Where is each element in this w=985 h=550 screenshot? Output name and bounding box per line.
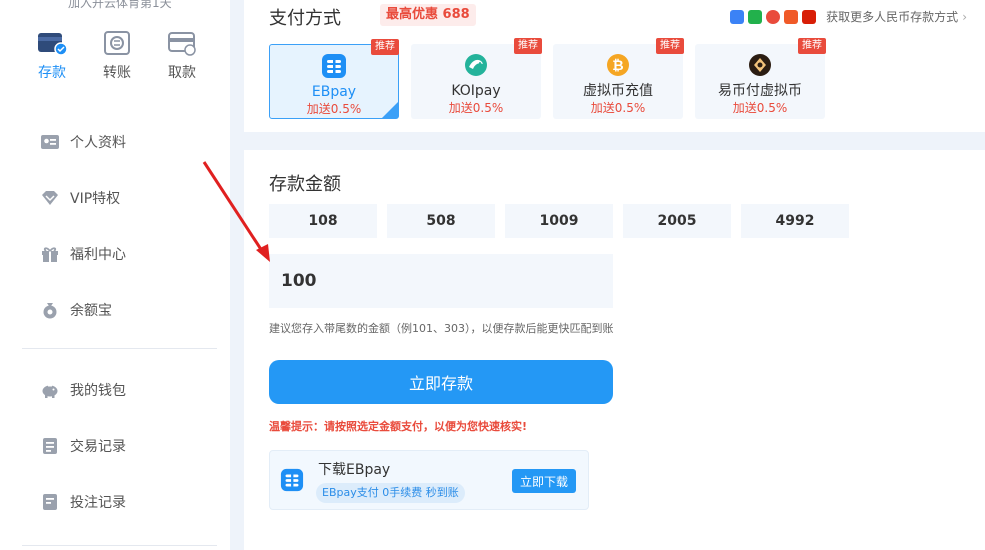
menu-label: 个人资料 — [70, 135, 126, 151]
payment-methods-list: 推荐 EBpay 加送0.5% 推荐 KOIpay 加送0.5% 推荐 ₿ 虚拟… — [269, 38, 826, 119]
promo-badge: 最高优惠 688 — [380, 4, 476, 26]
recommend-tag: 推荐 — [798, 38, 826, 54]
gift-icon — [42, 247, 58, 262]
ebpay-download-banner: 下载EBpay EBpay支付 0手续费 秒到账 立即下载 — [269, 450, 589, 510]
quick-amount-button[interactable]: 1009 — [505, 204, 613, 238]
quick-amount-button[interactable]: 2005 — [623, 204, 731, 238]
recommend-tag: 推荐 — [371, 39, 399, 55]
quick-amount-button[interactable]: 108 — [269, 204, 377, 238]
transfer-action[interactable]: 转账 — [87, 30, 147, 82]
record-icon — [43, 494, 57, 510]
ebpay-logo-icon — [280, 468, 304, 492]
recommend-tag: 推荐 — [514, 38, 542, 54]
profile-card-icon — [41, 135, 59, 149]
payment-title: 支付方式 — [269, 8, 341, 29]
sidebar: 加入开云体育第1天 存款 转账 取款 个人资料 VIP特权 福利中心 余额宝 我… — [0, 0, 230, 550]
method-crypto[interactable]: 推荐 ₿ 虚拟币充值 加送0.5% — [553, 38, 684, 119]
method-name: 虚拟币充值 — [583, 83, 653, 99]
quick-amounts: 108 508 1009 2005 4992 — [269, 204, 849, 238]
bitcoin-icon: ₿ — [607, 54, 629, 76]
method-name: 易币付虚拟币 — [718, 83, 802, 99]
method-name: KOIpay — [451, 83, 501, 99]
menu-label: 交易记录 — [70, 439, 126, 455]
menu-label: 福利中心 — [70, 247, 126, 263]
method-bonus: 加送0.5% — [590, 101, 646, 115]
money-bag-icon — [43, 303, 57, 319]
quick-amount-button[interactable]: 508 — [387, 204, 495, 238]
menu-item-bets[interactable]: 投注记录 — [22, 474, 217, 530]
transfer-icon — [104, 31, 130, 55]
diamond-icon — [42, 191, 58, 205]
deposit-submit-button[interactable]: 立即存款 — [269, 360, 613, 404]
account-menu: 个人资料 VIP特权 福利中心 余额宝 — [22, 114, 217, 338]
deposit-amount-input[interactable] — [269, 254, 613, 308]
recommend-tag: 推荐 — [656, 38, 684, 54]
koi-fish-icon — [465, 54, 487, 76]
method-ebpay[interactable]: 推荐 EBpay 加送0.5% — [269, 39, 399, 119]
method-bonus: 加送0.5% — [732, 101, 788, 115]
amount-hint: 建议您存入带尾数的金额（例101、303），以便存款后能更快匹配到账 — [269, 322, 614, 335]
deposit-action-label: 存款 — [38, 65, 66, 81]
method-bonus: 加送0.5% — [448, 101, 504, 115]
menu-item-wallet[interactable]: 我的钱包 — [22, 362, 217, 418]
member-days-note: 加入开云体育第1天 — [68, 0, 172, 10]
quick-actions: 存款 转账 取款 — [22, 30, 212, 82]
menu-divider — [22, 348, 217, 349]
records-menu: 我的钱包 交易记录 投注记录 — [22, 362, 217, 530]
menu-item-profile[interactable]: 个人资料 — [22, 114, 217, 170]
yibifu-logo-icon — [749, 54, 771, 76]
quick-amount-button[interactable]: 4992 — [741, 204, 849, 238]
svg-text:₿: ₿ — [612, 58, 623, 74]
wallet-icon — [38, 33, 67, 56]
menu-label: 余额宝 — [70, 303, 112, 319]
withdraw-action[interactable]: 取款 — [152, 30, 212, 82]
transfer-action-label: 转账 — [103, 65, 131, 81]
payment-method-section: 支付方式 最高优惠 688 获取更多人民币存款方式 › 推荐 EBpay 加送0… — [244, 0, 985, 132]
ebpay-logo-icon — [322, 54, 346, 78]
deposit-title: 存款金额 — [269, 174, 341, 195]
withdraw-action-label: 取款 — [168, 65, 196, 81]
menu-label: 投注记录 — [70, 495, 126, 511]
bank-card-icon — [730, 9, 745, 24]
menu-label: VIP特权 — [70, 191, 121, 207]
menu-item-welfare[interactable]: 福利中心 — [22, 226, 217, 282]
method-bonus: 加送0.5% — [306, 102, 362, 116]
wallet-app-icon — [784, 9, 799, 24]
method-yibifu[interactable]: 推荐 易币付虚拟币 加送0.5% — [695, 38, 826, 119]
download-features: EBpay支付 0手续费 秒到账 — [316, 483, 465, 503]
more-methods-label: 获取更多人民币存款方式 — [826, 10, 959, 24]
download-now-button[interactable]: 立即下载 — [512, 469, 576, 493]
method-koipay[interactable]: 推荐 KOIpay 加送0.5% — [411, 38, 542, 119]
document-icon — [43, 438, 57, 454]
deposit-amount-section: 存款金额 108 508 1009 2005 4992 建议您存入带尾数的金额（… — [244, 150, 985, 550]
deposit-action[interactable]: 存款 — [22, 30, 82, 82]
wechat-icon — [748, 9, 763, 24]
unionpay-icon — [766, 9, 781, 24]
menu-label: 我的钱包 — [70, 383, 126, 399]
card-icon — [168, 32, 196, 56]
bank-icon — [802, 9, 817, 24]
menu-item-transactions[interactable]: 交易记录 — [22, 418, 217, 474]
warm-tip: 温馨提示：请按照选定金额支付，以便为您快速核实! — [269, 420, 528, 433]
method-name: EBpay — [311, 84, 357, 100]
menu-item-vip[interactable]: VIP特权 — [22, 170, 217, 226]
selected-check-icon — [382, 102, 398, 118]
menu-item-yuebao[interactable]: 余额宝 — [22, 282, 217, 338]
more-methods-link[interactable]: 获取更多人民币存款方式 › — [730, 8, 967, 25]
chevron-right-icon: › — [962, 9, 967, 24]
menu-divider — [22, 545, 217, 546]
download-title: 下载EBpay — [318, 462, 391, 478]
piggy-bank-icon — [42, 385, 58, 398]
